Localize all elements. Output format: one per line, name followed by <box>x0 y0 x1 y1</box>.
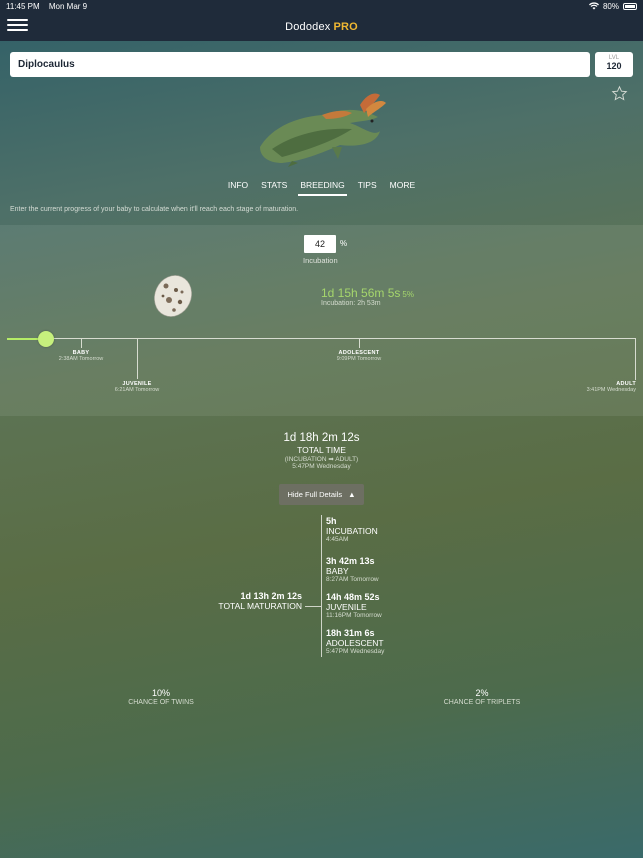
timeline-stage-baby: BABY 2:38AM Tomorrow <box>59 350 104 362</box>
detail-time: 11:16PM Tomorrow <box>326 612 382 619</box>
total-maturation: 1d 13h 2m 12s TOTAL MATURATION <box>218 591 302 611</box>
hide-details-label: Hide Full Details <box>287 490 343 499</box>
detail-duration: 3h 42m 13s <box>326 556 375 566</box>
chance-of-twins: 10% CHANCE OF TWINS <box>128 688 194 706</box>
stage-time: 2:38AM Tomorrow <box>58 356 104 362</box>
battery-icon <box>623 3 637 10</box>
maturation-timeline-track <box>7 338 636 339</box>
timeline-stage-adult: ADULT 3:41PM Wednesday <box>587 381 636 393</box>
stage-time: 6:21AM Tomorrow <box>114 387 160 393</box>
detail-stage-juvenile: 14h 48m 52s JUVENILE 11:16PM Tomorrow <box>326 592 382 619</box>
tab-more[interactable]: MORE <box>388 180 418 196</box>
detail-name: JUVENILE <box>326 602 367 612</box>
detail-stage-incubation: 5h INCUBATION 4:45AM <box>326 516 378 543</box>
timeline-tick-adolescent <box>359 338 360 348</box>
chance-of-triplets: 2% CHANCE OF TRIPLETS <box>444 688 521 706</box>
percent-sign: % <box>340 239 348 248</box>
detail-time: 4:45AM <box>326 536 349 543</box>
maturation-duration: 1d 13h 2m 12s <box>240 591 302 601</box>
tab-info[interactable]: INFO <box>226 180 250 196</box>
detail-duration: 14h 48m 52s <box>326 592 380 602</box>
creature-search-input[interactable]: Diplocaulus <box>10 52 590 77</box>
progress-panel <box>0 225 643 416</box>
total-time-label: TOTAL TIME <box>297 445 346 455</box>
detail-name: BABY <box>326 566 349 576</box>
detail-stage-baby: 3h 42m 13s BABY 8:27AM Tomorrow <box>326 556 379 583</box>
countdown-percent: 5% <box>402 290 414 299</box>
pro-badge: PRO <box>333 21 358 33</box>
section-tabs: INFO STATS BREEDING TIPS MORE <box>0 180 643 196</box>
timeline-slider-handle[interactable] <box>38 331 54 347</box>
wifi-icon <box>588 1 599 12</box>
level-value: 120 <box>606 61 622 71</box>
maturation-label: TOTAL MATURATION <box>218 601 302 611</box>
detail-time: 8:27AM Tomorrow <box>326 576 379 583</box>
status-time: 11:45 PM <box>6 2 40 11</box>
tab-stats[interactable]: STATS <box>259 180 289 196</box>
detail-stage-adolescent: 18h 31m 6s ADOLESCENT 5:47PM Wednesday <box>326 628 384 655</box>
creature-image <box>260 93 386 167</box>
maturation-connector-line <box>305 606 321 607</box>
egg-icon <box>154 275 192 317</box>
nav-bar: Dododex PRO <box>0 13 643 41</box>
favorite-star-icon[interactable] <box>611 85 628 102</box>
total-time-value: 1d 18h 2m 12s <box>283 432 360 444</box>
timeline-stage-adolescent: ADOLESCENT 9:09PM Tomorrow <box>337 350 382 362</box>
stage-countdown: 1d 15h 56m 5s 5% <box>321 286 414 300</box>
timeline-tick-adult <box>635 338 636 380</box>
detail-duration: 5h <box>326 516 337 526</box>
triplets-value: 2% <box>475 688 489 698</box>
battery-percent: 80% <box>602 2 619 11</box>
total-time-summary: 1d 18h 2m 12s TOTAL TIME (INCUBATION ➡ A… <box>0 432 643 470</box>
timeline-stage-juvenile: JUVENILE 6:21AM Tomorrow <box>115 381 160 393</box>
detail-name: ADOLESCENT <box>326 638 384 648</box>
triplets-label: CHANCE OF TRIPLETS <box>443 699 521 706</box>
level-input[interactable]: LVL 120 <box>595 52 633 77</box>
timeline-tick-baby <box>81 338 82 348</box>
breeding-hint-text: Enter the current progress of your baby … <box>10 206 299 213</box>
caret-up-icon: ▲ <box>348 490 356 499</box>
twins-label: CHANCE OF TWINS <box>128 699 194 706</box>
app-name: Dododex <box>285 21 331 33</box>
twins-value: 10% <box>151 688 171 698</box>
tab-breeding[interactable]: BREEDING <box>298 180 347 196</box>
details-connector-line <box>321 515 322 657</box>
detail-duration: 18h 31m 6s <box>326 628 375 638</box>
stage-time: 3:41PM Wednesday <box>586 387 636 393</box>
hide-full-details-button[interactable]: Hide Full Details ▲ <box>279 484 364 505</box>
progress-stage-label: Incubation <box>303 256 338 265</box>
tab-tips[interactable]: TIPS <box>356 180 379 196</box>
countdown-time: 1d 15h 56m 5s <box>321 286 401 300</box>
stage-time: 9:09PM Tomorrow <box>336 356 382 362</box>
detail-time: 5:47PM Wednesday <box>326 648 385 655</box>
total-time-range: (INCUBATION ➡ ADULT) <box>284 456 359 463</box>
countdown-subtext: Incubation: 2h 53m <box>321 300 381 307</box>
status-date: Mon Mar 9 <box>48 2 88 11</box>
total-time-finish: 5:47PM Wednesday <box>292 463 351 470</box>
progress-percent-input[interactable]: 42 <box>304 235 336 253</box>
menu-icon[interactable] <box>7 16 28 34</box>
timeline-tick-juvenile <box>137 338 138 379</box>
detail-name: INCUBATION <box>326 526 378 536</box>
status-bar: 11:45 PM Mon Mar 9 80% <box>0 0 643 13</box>
app-title: Dododex PRO <box>285 21 358 33</box>
